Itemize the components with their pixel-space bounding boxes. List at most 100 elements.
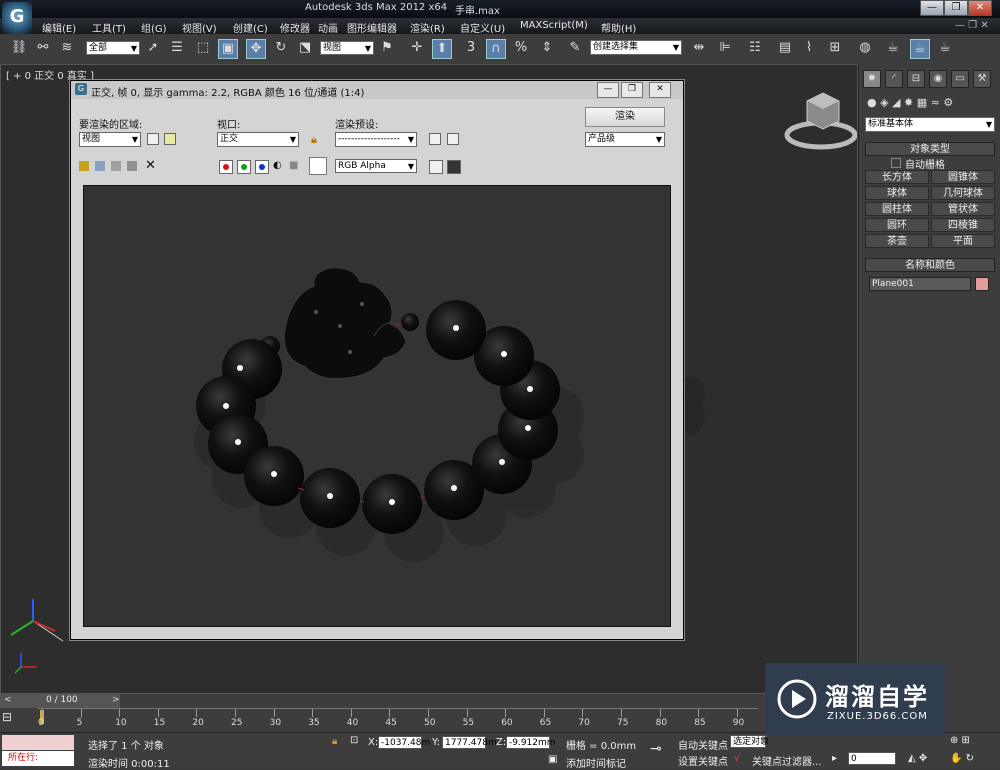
channel-dropdown[interactable]: RGB Alpha ▼ bbox=[335, 159, 417, 173]
create-tab-icon[interactable]: ✹ bbox=[863, 70, 881, 88]
monochrome-icon[interactable]: ■ bbox=[289, 160, 298, 171]
scale-icon[interactable]: ⬔ bbox=[296, 39, 314, 57]
render-button[interactable]: 渲染 bbox=[585, 107, 665, 127]
link-icon[interactable]: ⛓ bbox=[10, 39, 28, 57]
area-dropdown[interactable]: 视图 ▼ bbox=[79, 132, 141, 147]
render-window-titlebar[interactable]: G 正交, 帧 0, 显示 gamma: 2.2, RGBA 颜色 16 位/通… bbox=[71, 81, 683, 99]
menu-tools[interactable]: 工具(T) bbox=[92, 20, 126, 35]
clear-icon[interactable]: ✕ bbox=[145, 158, 156, 173]
auto-key-button[interactable]: 自动关键点 bbox=[678, 737, 728, 752]
rect-selection-icon[interactable]: ⬚ bbox=[194, 39, 212, 57]
menu-views[interactable]: 视图(V) bbox=[182, 20, 217, 35]
named-selection-set-dropdown[interactable]: 创建选择集 ▼ bbox=[590, 40, 682, 55]
category-dropdown[interactable]: 标准基本体 ▼ bbox=[865, 117, 995, 132]
nav-fov-icon[interactable]: ◭ ✥ bbox=[908, 753, 927, 764]
current-frame-field[interactable]: 0 bbox=[848, 752, 896, 765]
bind-space-warp-icon[interactable]: ≋ bbox=[58, 39, 76, 57]
angle-snap-icon[interactable]: ∩ bbox=[486, 39, 506, 59]
quality-dropdown[interactable]: 产品级 ▼ bbox=[585, 132, 665, 147]
pivot-center-icon[interactable]: ⚑ bbox=[378, 39, 396, 57]
menu-rendering[interactable]: 渲染(R) bbox=[410, 20, 445, 35]
time-slider[interactable]: < 0 / 100 > bbox=[0, 694, 120, 708]
clone-window-icon[interactable] bbox=[111, 161, 121, 171]
rw-maximize-button[interactable]: ❐ bbox=[621, 82, 643, 98]
lock-icon[interactable]: 🔒︎ bbox=[311, 133, 317, 147]
app-logo-icon[interactable]: G bbox=[2, 2, 32, 34]
layer-manager-icon[interactable]: ☷ bbox=[746, 39, 764, 57]
pyramid-button[interactable]: 四棱锥 bbox=[931, 218, 995, 232]
z-coordinate-field[interactable]: -9.912mm bbox=[506, 736, 556, 749]
rotate-icon[interactable]: ↻ bbox=[272, 39, 290, 57]
utilities-tab-icon[interactable]: ⚒ bbox=[973, 70, 991, 88]
render-production-icon[interactable]: ☕ bbox=[936, 39, 954, 57]
print-icon[interactable] bbox=[127, 161, 137, 171]
object-type-rollout[interactable]: 对象类型 bbox=[865, 142, 995, 156]
menu-modifiers[interactable]: 修改器 bbox=[280, 20, 310, 35]
geometry-icon[interactable]: ● ◈ ◢ ✸ ▦ ≈ ⚙ bbox=[867, 96, 953, 109]
sphere-button[interactable]: 球体 bbox=[865, 186, 929, 200]
blue-channel-toggle[interactable] bbox=[255, 160, 269, 174]
selection-lock-icon[interactable]: 🔒︎ bbox=[332, 736, 337, 747]
spinner-snap-icon[interactable]: ⇕ bbox=[538, 39, 556, 57]
key-filters-button[interactable]: 关键点过滤器... bbox=[752, 753, 822, 768]
cone-button[interactable]: 圆锥体 bbox=[931, 170, 995, 184]
auto-region-icon[interactable] bbox=[164, 133, 176, 145]
menu-edit[interactable]: 编辑(E) bbox=[42, 20, 76, 35]
red-channel-toggle[interactable] bbox=[219, 160, 233, 174]
preset-dropdown[interactable]: ------------------- ▼ bbox=[335, 132, 417, 147]
green-channel-toggle[interactable] bbox=[237, 160, 251, 174]
modify-tab-icon[interactable]: ◜ bbox=[885, 70, 903, 88]
ref-coord-dropdown[interactable]: 视图 ▼ bbox=[320, 41, 374, 55]
unlink-icon[interactable]: ⚯ bbox=[34, 39, 52, 57]
color-swatch[interactable] bbox=[309, 157, 327, 175]
add-time-tag[interactable]: 添加时间标记 bbox=[566, 755, 626, 770]
window-crossing-icon[interactable]: ▣ bbox=[218, 39, 238, 59]
display-tab-icon[interactable]: ▭ bbox=[951, 70, 969, 88]
current-frame-icon[interactable]: ▸ bbox=[832, 753, 837, 764]
minimize-button[interactable]: — bbox=[920, 0, 944, 16]
y-coordinate-field[interactable]: 1777.478m bbox=[442, 736, 497, 749]
percent-snap-icon[interactable]: % bbox=[512, 39, 530, 57]
time-tag-icon[interactable]: ▣ bbox=[548, 754, 557, 765]
rw-minimize-button[interactable]: — bbox=[597, 82, 619, 98]
absolute-mode-icon[interactable]: ⊡ bbox=[350, 735, 358, 746]
track-bar[interactable] bbox=[38, 708, 758, 733]
nav-zoom-icon[interactable]: ⊕ ⊞ bbox=[950, 735, 970, 746]
tube-button[interactable]: 管状体 bbox=[931, 202, 995, 216]
menu-maxscript[interactable]: MAXScript(M) bbox=[520, 20, 588, 31]
alpha-toggle-icon[interactable]: ◐ bbox=[273, 160, 282, 171]
menu-group[interactable]: 组(G) bbox=[141, 20, 167, 35]
snap-toggle-icon[interactable]: 3 bbox=[462, 39, 480, 57]
menu-animation[interactable]: 动画 bbox=[318, 20, 338, 35]
select-manipulate-icon[interactable]: ✛ bbox=[408, 39, 426, 57]
menu-create[interactable]: 创建(C) bbox=[233, 20, 268, 35]
render-setup-icon[interactable]: ☕ bbox=[884, 39, 902, 57]
select-object-icon[interactable]: ➚ bbox=[144, 39, 162, 57]
maxscript-line[interactable]: 所在行: bbox=[2, 751, 74, 766]
autogrid-checkbox[interactable] bbox=[891, 158, 901, 168]
curve-editor-icon[interactable]: ⌇ bbox=[800, 39, 818, 57]
box-button[interactable]: 长方体 bbox=[865, 170, 929, 184]
move-icon[interactable]: ✥ bbox=[246, 39, 266, 59]
save-image-icon[interactable] bbox=[79, 161, 89, 171]
torus-button[interactable]: 圆环 bbox=[865, 218, 929, 232]
maxscript-listener-field[interactable] bbox=[2, 735, 74, 750]
align-icon[interactable]: ⊫ bbox=[716, 39, 734, 57]
mirror-icon[interactable]: ⇹ bbox=[690, 39, 708, 57]
object-name-field[interactable]: Plane001 bbox=[869, 277, 971, 291]
toggle-overlay-icon[interactable] bbox=[447, 160, 461, 174]
next-frame-icon[interactable]: > bbox=[112, 695, 120, 705]
rendered-frame-icon[interactable]: ☕ bbox=[910, 39, 930, 59]
edit-named-sets-icon[interactable]: ✎ bbox=[566, 39, 584, 57]
toggle-ui-icon[interactable] bbox=[429, 160, 443, 174]
x-coordinate-field[interactable]: -1037.48m bbox=[378, 736, 430, 749]
viewport-dropdown[interactable]: 正交 ▼ bbox=[217, 132, 299, 147]
mini-listener-icon[interactable]: ⊟ bbox=[2, 710, 32, 728]
geosphere-button[interactable]: 几何球体 bbox=[931, 186, 995, 200]
cylinder-button[interactable]: 圆柱体 bbox=[865, 202, 929, 216]
key-icon[interactable]: ⊸ bbox=[650, 741, 662, 757]
schematic-view-icon[interactable]: ⊞ bbox=[826, 39, 844, 57]
environment-icon[interactable] bbox=[447, 133, 459, 145]
close-button[interactable]: ✕ bbox=[968, 0, 992, 16]
name-color-rollout[interactable]: 名称和颜色 bbox=[865, 258, 995, 272]
